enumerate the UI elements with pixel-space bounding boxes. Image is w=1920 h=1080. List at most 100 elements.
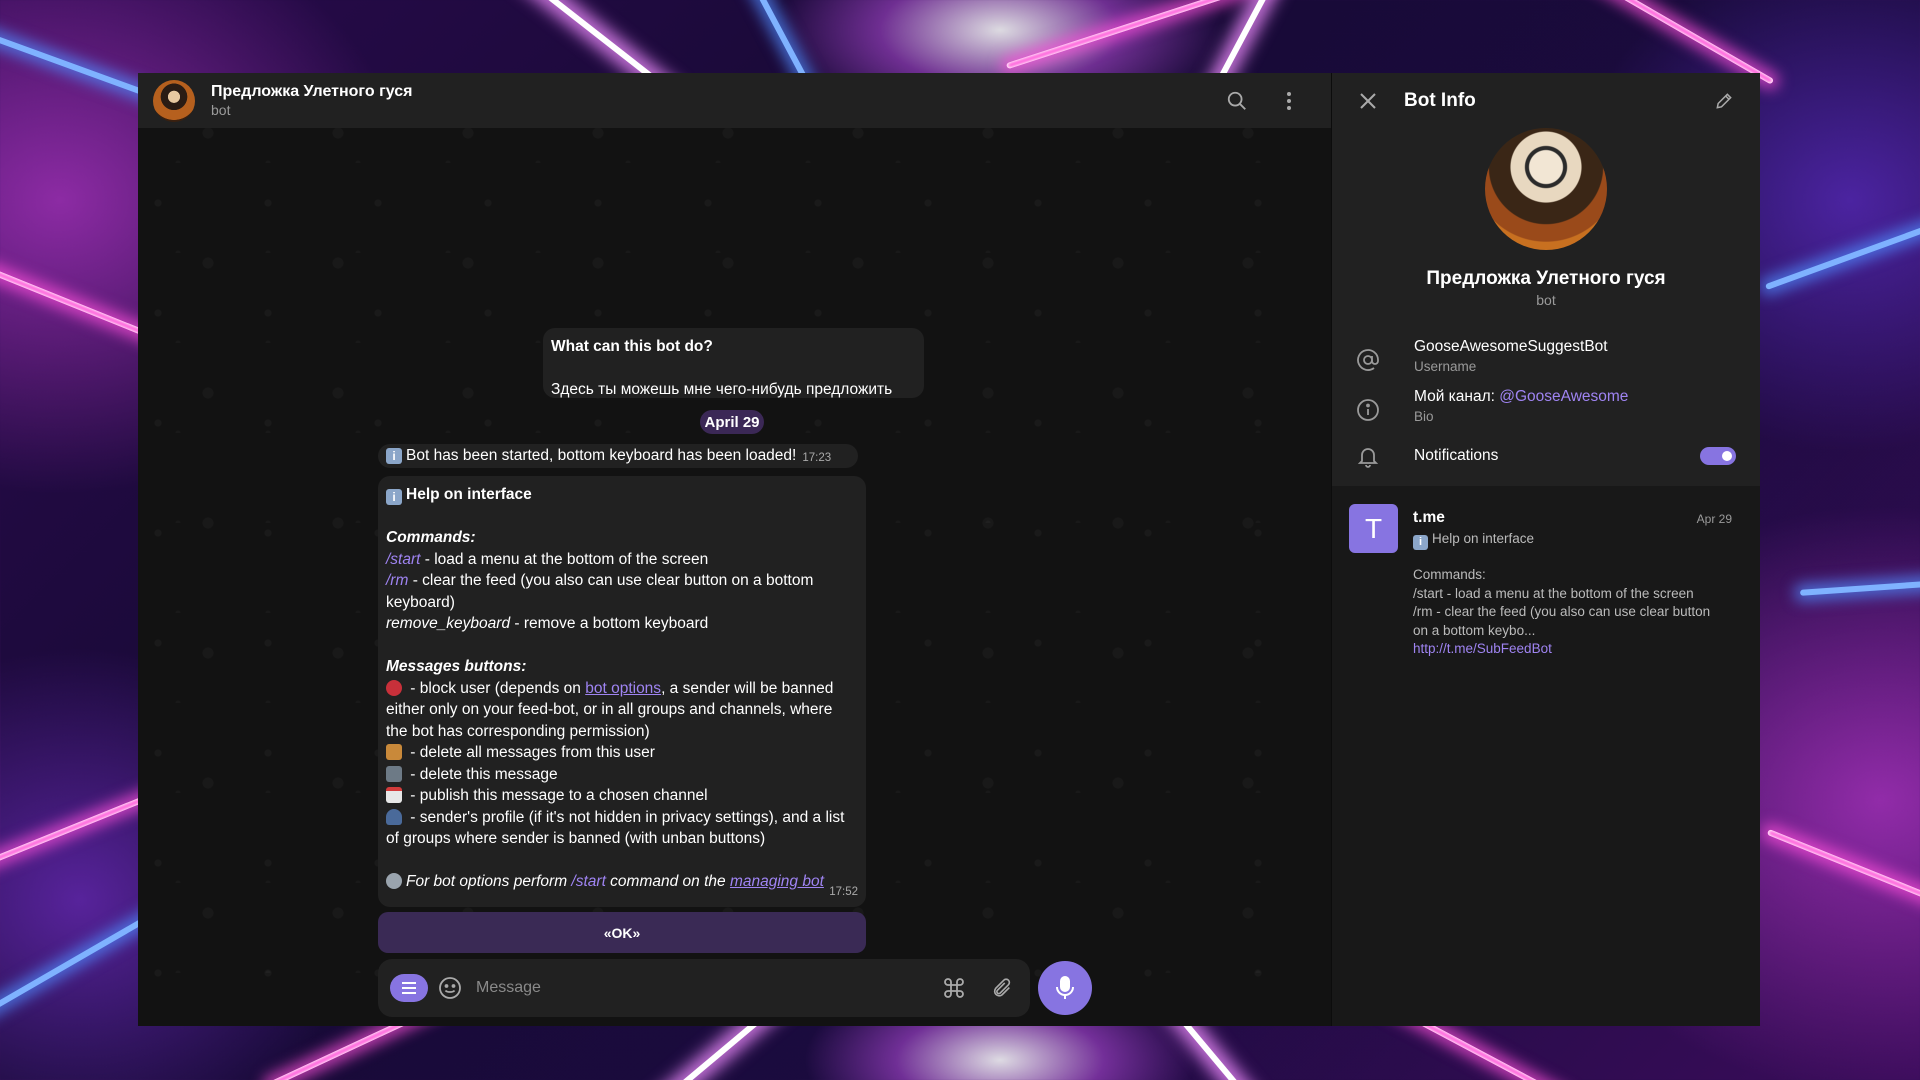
bot-options-link[interactable]: bot options bbox=[585, 680, 661, 697]
panel-title: Bot Info bbox=[1404, 89, 1476, 111]
commands-heading: Commands: bbox=[386, 529, 476, 546]
notifications-row[interactable]: Notifications bbox=[1332, 436, 1760, 476]
button-line: - delete this message bbox=[386, 764, 858, 786]
bot-intro-text: Здесь ты можешь мне чего-нибудь предложи… bbox=[551, 380, 893, 398]
button-desc: - publish this message to a chosen chann… bbox=[406, 787, 708, 804]
button-line: - publish this message to a chosen chann… bbox=[386, 785, 858, 807]
footer-pre: For bot options perform bbox=[406, 873, 572, 890]
edit-pencil-icon[interactable] bbox=[1712, 89, 1736, 113]
microphone-icon bbox=[1056, 976, 1074, 999]
search-icon[interactable] bbox=[1225, 89, 1249, 113]
button-desc: - sender's profile (if it's not hidden i… bbox=[386, 808, 845, 848]
command-desc: - remove a bottom keyboard bbox=[510, 615, 709, 632]
link-preview-body: Commands: /start - load a menu at the bo… bbox=[1413, 566, 1740, 640]
close-icon[interactable] bbox=[1356, 89, 1380, 113]
button-line: - sender's profile (if it's not hidden i… bbox=[386, 807, 858, 850]
link-preview-subtitle-line: i Help on interface bbox=[1413, 531, 1740, 550]
bot-info-panel: Bot Info Предложка Улетного гуся bot Goo… bbox=[1331, 73, 1760, 1026]
link-preview-url[interactable]: http://t.me/SubFeedBot bbox=[1413, 641, 1740, 656]
profile-subtitle: bot bbox=[1536, 292, 1556, 308]
help-time: 17:52 bbox=[829, 885, 858, 898]
command-desc: - load a menu at the bottom of the scree… bbox=[420, 550, 709, 568]
bio-channel-link[interactable]: @GooseAwesome bbox=[1499, 388, 1628, 405]
username-text: GooseAwesomeSuggestBot Username bbox=[1414, 338, 1608, 374]
neon-beam bbox=[1799, 580, 1920, 596]
message-text: Bot has been started, bottom keyboard ha… bbox=[406, 447, 797, 465]
link-preview-subtitle: Help on interface bbox=[1432, 531, 1535, 546]
footer-mid: command on the bbox=[605, 873, 730, 890]
link-preview-content: t.me Apr 29 i Help on interface Commands:… bbox=[1413, 504, 1740, 656]
gear-icon bbox=[386, 873, 402, 889]
emoji-icon[interactable] bbox=[438, 976, 462, 1000]
button-line-block: - block user (depends on bot options, a … bbox=[386, 678, 858, 743]
help-message-bubble[interactable]: i Help on interface Commands: /start - lo… bbox=[378, 476, 866, 907]
neon-beam bbox=[1545, 0, 1775, 85]
profile-name: Предложка Улетного гуся bbox=[1426, 268, 1666, 289]
notifications-toggle[interactable] bbox=[1700, 447, 1736, 465]
help-footer-line: For bot options perform /start command o… bbox=[386, 871, 858, 893]
help-title: Help on interface bbox=[406, 486, 532, 503]
profile-section: Предложка Улетного гуся bot GooseAwesome… bbox=[1332, 128, 1760, 486]
bio-value: Мой канал: @GooseAwesome bbox=[1414, 388, 1628, 406]
command-start[interactable]: /start bbox=[386, 551, 420, 568]
link-preview-title: t.me bbox=[1413, 509, 1445, 526]
help-title-line: i Help on interface bbox=[386, 484, 858, 506]
username-value: GooseAwesomeSuggestBot bbox=[1414, 338, 1608, 355]
command-line: /rm - clear the feed (you also can use c… bbox=[386, 570, 858, 613]
link-preview-date: Apr 29 bbox=[1696, 512, 1732, 526]
username-row[interactable]: GooseAwesomeSuggestBot Username bbox=[1332, 338, 1760, 374]
command-line: /start - load a menu at the bottom of th… bbox=[386, 549, 858, 571]
neon-beam bbox=[1765, 215, 1920, 291]
chat-header-text[interactable]: Предложка Улетного гуся bot bbox=[211, 83, 412, 118]
chat-title: Предложка Улетного гуся bbox=[211, 83, 413, 100]
preview-body-line: /rm - clear the feed (you also can use c… bbox=[1413, 604, 1711, 619]
bell-icon bbox=[1356, 444, 1380, 468]
bot-intro-title: What can this bot do? bbox=[551, 338, 713, 355]
notifications-label: Notifications bbox=[1414, 447, 1499, 464]
username-label: Username bbox=[1414, 359, 1477, 374]
button-desc: - delete this message bbox=[406, 765, 558, 783]
info-circle-icon bbox=[1356, 398, 1380, 422]
buttons-heading: Messages buttons: bbox=[386, 658, 527, 675]
link-preview-avatar: T bbox=[1349, 504, 1398, 553]
shared-link-item[interactable]: T t.me Apr 29 i Help on interface Command… bbox=[1332, 486, 1760, 656]
command-line: remove_keyboard - remove a bottom keyboa… bbox=[386, 613, 858, 635]
trash-icon bbox=[386, 765, 402, 782]
bio-row[interactable]: Мой канал: @GooseAwesome Bio bbox=[1332, 388, 1760, 424]
telegram-window: Предложка Улетного гуся bot What can thi… bbox=[138, 73, 1760, 1026]
message-composer bbox=[378, 959, 1030, 1017]
managing-bot-link[interactable]: managing bot bbox=[730, 873, 824, 890]
profile-avatar[interactable] bbox=[1485, 128, 1607, 250]
bio-text: Мой канал: @GooseAwesome Bio bbox=[1414, 388, 1628, 424]
command-rm[interactable]: /rm bbox=[386, 572, 408, 589]
user-icon bbox=[386, 808, 402, 825]
microphone-button[interactable] bbox=[1038, 961, 1092, 1015]
chat-header[interactable]: Предложка Улетного гуся bot bbox=[138, 73, 1331, 128]
chat-subtitle: bot bbox=[211, 102, 231, 118]
date-separator: April 29 bbox=[700, 410, 764, 434]
message-input[interactable] bbox=[462, 959, 942, 1017]
bio-prefix: Мой канал: bbox=[1414, 388, 1500, 405]
calendar-icon bbox=[386, 787, 402, 803]
message-time: 17:23 bbox=[802, 452, 832, 465]
block-icon bbox=[386, 679, 402, 696]
more-vertical-icon[interactable] bbox=[1277, 89, 1301, 113]
button-line: - delete all messages from this user bbox=[386, 742, 858, 764]
keyboard-ok-button[interactable]: «OK» bbox=[378, 912, 866, 953]
block-text-pre: - block user (depends on bbox=[406, 679, 586, 697]
info-icon: i bbox=[386, 448, 402, 464]
chat-avatar[interactable] bbox=[153, 79, 195, 122]
bio-label: Bio bbox=[1414, 409, 1434, 424]
neon-beam bbox=[1766, 829, 1920, 917]
panel-header: Bot Info bbox=[1332, 73, 1760, 128]
bot-menu-button[interactable] bbox=[390, 974, 428, 1002]
preview-body-line: /start - load a menu at the bottom of th… bbox=[1413, 585, 1694, 601]
preview-body-line: on a bottom keybo... bbox=[1413, 622, 1536, 638]
footer-command[interactable]: /start bbox=[571, 873, 605, 890]
info-icon: i bbox=[386, 489, 402, 505]
message-bubble[interactable]: i Bot has been started, bottom keyboard … bbox=[378, 444, 858, 468]
command-remove-keyboard: remove_keyboard bbox=[386, 615, 511, 632]
attach-icon[interactable] bbox=[990, 976, 1014, 1000]
command-icon[interactable] bbox=[942, 976, 966, 1000]
notifications-text: Notifications bbox=[1414, 447, 1498, 465]
